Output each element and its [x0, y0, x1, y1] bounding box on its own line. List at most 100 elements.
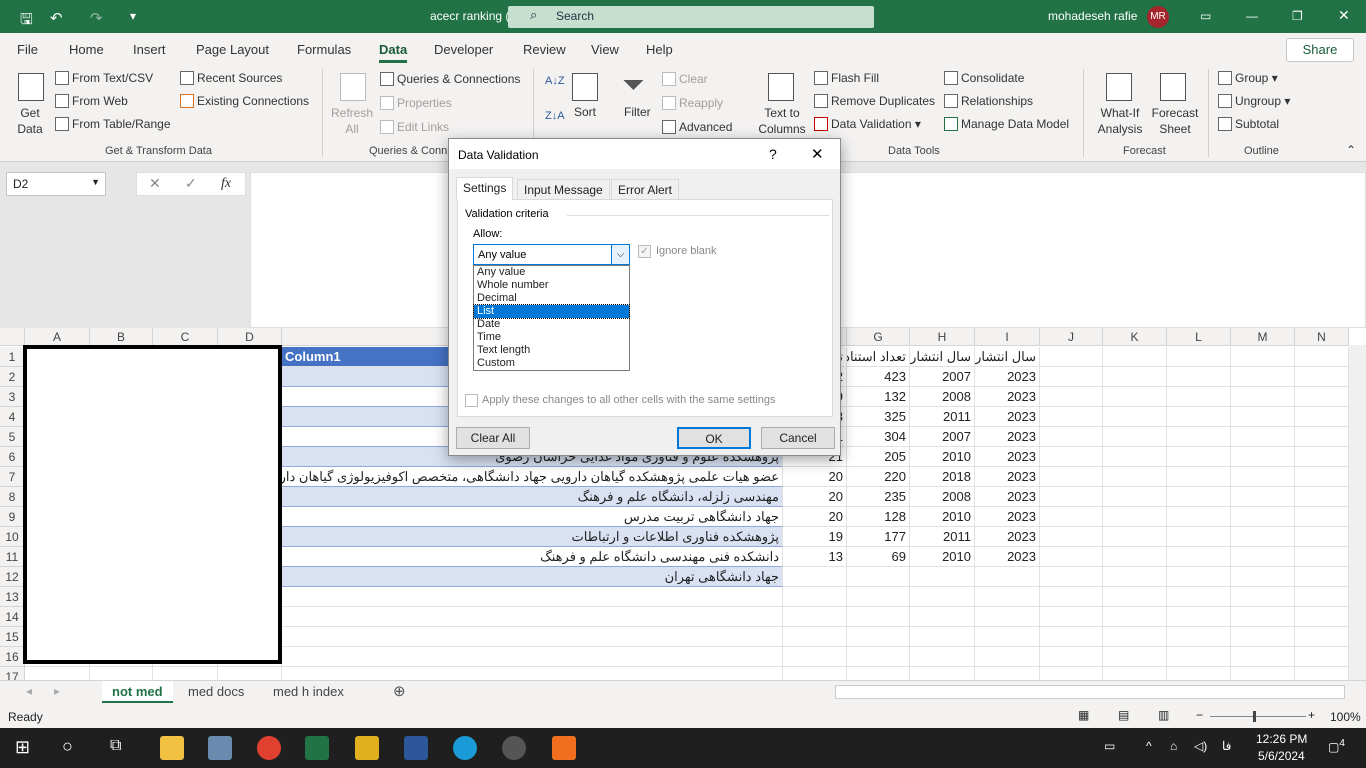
cell[interactable] [1295, 367, 1349, 387]
data-cell[interactable]: 20 [783, 467, 847, 487]
allow-option[interactable]: Date [474, 318, 629, 331]
row-header-6[interactable]: 6 [0, 447, 25, 467]
filter-button[interactable]: Filter [624, 105, 651, 119]
cell[interactable] [1231, 487, 1295, 507]
page-break-icon[interactable]: ▥ [1158, 708, 1169, 722]
redo-icon[interactable]: ↷ [90, 9, 103, 27]
tab-formulas[interactable]: Formulas [297, 42, 351, 57]
row-header-5[interactable]: 5 [0, 427, 25, 447]
tab-review[interactable]: Review [523, 42, 566, 57]
cell[interactable] [1231, 507, 1295, 527]
cell[interactable] [1231, 367, 1295, 387]
select-all-corner[interactable] [0, 328, 25, 346]
cell[interactable] [1040, 427, 1103, 447]
zoom-in-icon[interactable]: + [1308, 708, 1315, 722]
cell[interactable] [1231, 567, 1295, 587]
cell[interactable] [1103, 467, 1167, 487]
data-cell[interactable]: 325 [847, 407, 910, 427]
cell[interactable] [1231, 627, 1295, 647]
cell[interactable] [847, 607, 910, 627]
cell[interactable] [1103, 587, 1167, 607]
row-header-3[interactable]: 3 [0, 387, 25, 407]
data-cell[interactable]: 2011 [910, 527, 975, 547]
data-cell[interactable]: 2023 [975, 367, 1040, 387]
notifications-icon[interactable]: ▢4 [1328, 738, 1345, 754]
row-header-7[interactable]: 7 [0, 467, 25, 487]
search-icon[interactable]: ○ [62, 736, 73, 757]
cell[interactable] [1295, 427, 1349, 447]
cell[interactable] [1040, 567, 1103, 587]
customize-toolbar-icon[interactable]: ▾ [130, 9, 136, 23]
cell[interactable] [1231, 467, 1295, 487]
volume-icon[interactable]: ◁) [1194, 739, 1207, 753]
cell[interactable] [847, 587, 910, 607]
cell[interactable] [1040, 527, 1103, 547]
cell[interactable] [1103, 647, 1167, 667]
zoom-level[interactable]: 100% [1330, 710, 1361, 724]
column-header-N[interactable]: N [1295, 328, 1349, 346]
data-cell[interactable]: 2023 [975, 427, 1040, 447]
data-cell[interactable]: 235 [847, 487, 910, 507]
sort-z-a-icon[interactable]: Z↓A [545, 110, 565, 122]
cell[interactable] [282, 627, 783, 647]
cell[interactable] [1167, 547, 1231, 567]
cell[interactable] [1167, 347, 1231, 367]
data-cell[interactable]: 2010 [910, 507, 975, 527]
chrome-icon[interactable] [257, 736, 281, 760]
data-cell[interactable]: 128 [847, 507, 910, 527]
data-cell[interactable]: 2011 [910, 407, 975, 427]
save-icon[interactable]: 🖫 [20, 9, 33, 34]
cancel-icon[interactable]: ✕ [149, 175, 161, 192]
cell[interactable] [1040, 507, 1103, 527]
cell[interactable] [1295, 347, 1349, 367]
cell[interactable] [1167, 527, 1231, 547]
data-cell[interactable]: 2023 [975, 487, 1040, 507]
allow-option[interactable]: Any value [474, 266, 629, 279]
keyboard-icon[interactable]: ▭ [1104, 739, 1115, 753]
data-cell[interactable] [783, 567, 847, 587]
data-cell[interactable] [847, 567, 910, 587]
clock-time[interactable]: 12:26 PM [1256, 732, 1307, 746]
vertical-scrollbar[interactable] [1349, 345, 1366, 680]
zoom-out-icon[interactable]: − [1196, 708, 1203, 722]
cell[interactable] [1103, 407, 1167, 427]
cell[interactable] [1231, 527, 1295, 547]
new-sheet-icon[interactable]: ⊕ [393, 682, 406, 700]
data-cell[interactable] [910, 567, 975, 587]
cell[interactable] [910, 607, 975, 627]
clear-all-button[interactable]: Clear All [456, 427, 530, 449]
word-icon[interactable] [404, 736, 428, 760]
group-button[interactable]: Group ▾ [1218, 71, 1278, 85]
row-header-1[interactable]: 1 [0, 347, 25, 367]
tab-data[interactable]: Data [379, 42, 408, 63]
properties-button[interactable]: Properties [380, 96, 452, 110]
dialog-close-icon[interactable]: ✕ [811, 145, 824, 163]
tab-settings[interactable]: Settings [456, 177, 514, 200]
data-cell[interactable]: 2023 [975, 547, 1040, 567]
cell[interactable] [1167, 387, 1231, 407]
cell[interactable] [910, 587, 975, 607]
column-header-D[interactable]: D [218, 328, 282, 346]
data-cell[interactable]: 20 [783, 507, 847, 527]
row-header-11[interactable]: 11 [0, 547, 25, 567]
cell[interactable] [1040, 407, 1103, 427]
horizontal-scrollbar[interactable] [835, 685, 1345, 699]
file-explorer-icon[interactable] [160, 736, 184, 760]
from-web-button[interactable]: From Web [55, 94, 128, 108]
allow-option[interactable]: Custom [474, 357, 629, 370]
data-cell[interactable]: 132 [847, 387, 910, 407]
cell[interactable] [1167, 427, 1231, 447]
what-if-analysis-button[interactable]: What-If Analysis [1092, 105, 1148, 137]
data-cell[interactable]: 2007 [910, 427, 975, 447]
allow-option[interactable]: List [473, 304, 630, 319]
cell[interactable] [1231, 587, 1295, 607]
cell[interactable] [1231, 547, 1295, 567]
row-header-12[interactable]: 12 [0, 567, 25, 587]
manage-data-model-button[interactable]: Manage Data Model [944, 117, 1069, 131]
row-header-9[interactable]: 9 [0, 507, 25, 527]
cell[interactable] [1231, 347, 1295, 367]
data-cell[interactable]: 2008 [910, 387, 975, 407]
cell[interactable] [783, 607, 847, 627]
cell[interactable] [282, 587, 783, 607]
ignore-blank-checkbox[interactable]: ✓ [638, 245, 651, 258]
